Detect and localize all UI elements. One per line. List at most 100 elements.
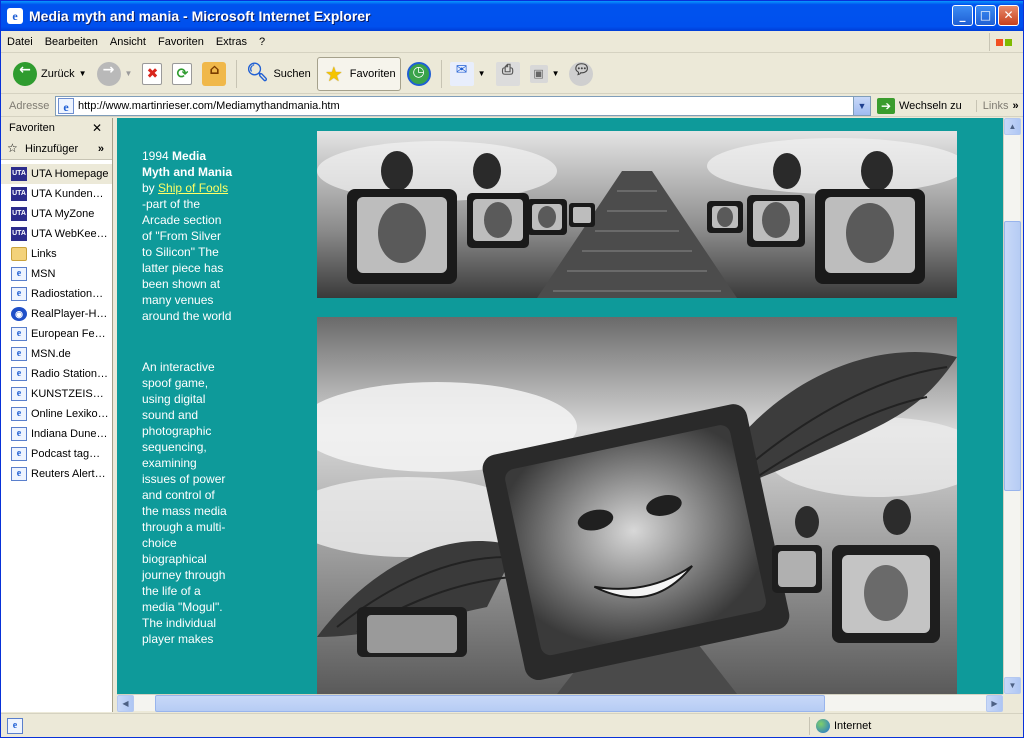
- page-icon: e: [58, 97, 74, 114]
- favorite-item[interactable]: e Indiana Dune…: [1, 424, 112, 444]
- security-zone: Internet: [809, 717, 871, 735]
- close-pane-icon[interactable]: ✕: [92, 121, 102, 135]
- scroll-up-icon[interactable]: ▲: [1004, 118, 1021, 135]
- favorite-item-label: Radiostation…: [31, 288, 104, 300]
- folder-icon: [11, 247, 27, 261]
- forward-arrow-icon: →: [96, 61, 121, 86]
- toolbar-separator: [236, 59, 238, 88]
- add-favorite-icon: ☆: [7, 140, 18, 155]
- back-button[interactable]: ← Zurück ▼: [9, 57, 91, 91]
- messenger-button[interactable]: 💬︎: [565, 57, 597, 91]
- mail-dropdown-icon[interactable]: ▼: [478, 69, 486, 78]
- back-label: Zurück: [41, 67, 75, 80]
- ie-page-icon: e: [11, 387, 27, 401]
- favorite-item[interactable]: e Radio Station…: [1, 364, 112, 384]
- scroll-down-icon[interactable]: ▼: [1004, 677, 1021, 694]
- favorite-item[interactable]: e Reuters Alert…: [1, 464, 112, 484]
- scroll-left-icon[interactable]: ◀: [117, 695, 134, 712]
- forward-button[interactable]: → ▼: [93, 57, 137, 91]
- mail-icon: ✉: [449, 61, 474, 86]
- favorite-item[interactable]: e MSN: [1, 264, 112, 284]
- intro-paragraph: 1994 Media Myth and Mania by Ship of Foo…: [142, 148, 234, 324]
- ie-page-icon: e: [11, 267, 27, 281]
- add-favorite-button[interactable]: ☆ Hinzufüger »: [1, 138, 112, 160]
- window-controls: _ □ ✕: [952, 5, 1019, 26]
- favorite-item[interactable]: UTA UTA Homepage: [1, 164, 112, 184]
- menu-bearbeiten[interactable]: Bearbeiten: [39, 36, 104, 48]
- menu-extras[interactable]: Extras: [210, 36, 253, 48]
- toolbar-separator: [440, 59, 442, 88]
- maximize-button[interactable]: □: [975, 5, 996, 26]
- print-button[interactable]: ⎙: [492, 57, 524, 91]
- title-bar: e Media myth and mania - Microsoft Inter…: [1, 1, 1023, 31]
- refresh-icon: ⟳: [172, 62, 193, 85]
- favorite-item-label: MSN.de: [31, 348, 71, 360]
- favorite-item[interactable]: e MSN.de: [1, 344, 112, 364]
- printer-icon: ⎙: [495, 61, 520, 86]
- favorite-item-label: UTA MyZone: [31, 208, 95, 220]
- favorite-item[interactable]: UTA UTA Kunden…: [1, 184, 112, 204]
- chevron-right-icon[interactable]: »: [1012, 100, 1018, 112]
- refresh-button[interactable]: ⟳: [168, 57, 196, 91]
- page-content: 1994 Media Myth and Mania by Ship of Foo…: [117, 118, 1003, 694]
- links-toolbar[interactable]: Links: [975, 99, 1008, 112]
- minimize-button[interactable]: _: [952, 5, 973, 26]
- favorite-item[interactable]: e Radiostation…: [1, 284, 112, 304]
- favorite-item-label: European Fe…: [31, 328, 106, 340]
- back-dropdown-icon[interactable]: ▼: [79, 69, 87, 78]
- ie-page-icon: e: [11, 287, 27, 301]
- favorite-item[interactable]: UTA UTA WebKee…: [1, 224, 112, 244]
- menu-favoriten[interactable]: Favoriten: [152, 36, 210, 48]
- uta-icon: UTA: [11, 227, 27, 241]
- close-button[interactable]: ✕: [998, 5, 1019, 26]
- stop-button[interactable]: ✖: [138, 57, 166, 91]
- scroll-right-icon[interactable]: ▶: [986, 695, 1003, 712]
- favorite-item[interactable]: e Podcast tag…: [1, 444, 112, 464]
- favorite-item[interactable]: ◉ RealPlayer-H…: [1, 304, 112, 324]
- forward-dropdown-icon[interactable]: ▼: [125, 69, 133, 78]
- address-label: Adresse: [9, 99, 50, 112]
- favorite-item-label: MSN: [31, 268, 56, 280]
- address-input[interactable]: e http://www.martinrieser.com/Mediamytha…: [55, 95, 871, 116]
- vertical-scrollbar[interactable]: ▲ ▼: [1003, 118, 1021, 694]
- ie-page-icon: e: [11, 407, 27, 421]
- favorite-item-label: UTA Homepage: [31, 168, 109, 180]
- address-url[interactable]: http://www.martinrieser.com/Mediamythand…: [78, 100, 340, 112]
- discuss-icon: 💬︎: [569, 61, 594, 86]
- description-paragraph: An interactive spoof game, using digital…: [142, 360, 227, 646]
- uta-icon: UTA: [11, 167, 27, 181]
- menu-datei[interactable]: Datei: [1, 36, 39, 48]
- vertical-scroll-thumb[interactable]: [1004, 221, 1021, 491]
- menu-help[interactable]: ?: [253, 36, 271, 48]
- history-button[interactable]: ◷: [403, 57, 435, 91]
- favorite-item[interactable]: e Online Lexiko…: [1, 404, 112, 424]
- uta-icon: UTA: [11, 207, 27, 221]
- star-icon: ★: [324, 61, 343, 86]
- favorite-item[interactable]: UTA UTA MyZone: [1, 204, 112, 224]
- favorite-item[interactable]: e KUNSTZEISC…: [1, 384, 112, 404]
- chevron-right-icon[interactable]: »: [98, 143, 104, 155]
- ie-logo-icon: e: [7, 8, 23, 24]
- favorite-item-label: Links: [31, 248, 57, 260]
- edit-dropdown-icon[interactable]: ▼: [552, 69, 560, 78]
- favorites-label: Favoriten: [349, 67, 396, 80]
- standard-toolbar: ← Zurück ▼ → ▼ ✖ ⟳ ⌂ 🔍︎ Suchen ★ Favorit…: [1, 54, 1023, 94]
- favorites-button[interactable]: ★ Favoriten: [316, 56, 401, 91]
- horizontal-scrollbar[interactable]: ◀ ▶: [117, 694, 1003, 712]
- ship-of-fools-link[interactable]: Ship of Fools: [158, 181, 228, 195]
- mail-button[interactable]: ✉ ▼: [446, 57, 490, 91]
- by-text: by: [142, 181, 155, 195]
- edit-button[interactable]: ▣ ▼: [526, 57, 564, 91]
- home-button[interactable]: ⌂: [198, 57, 230, 91]
- go-button[interactable]: ➔ Wechseln zu: [877, 97, 962, 114]
- ie-page-icon: e: [11, 327, 27, 341]
- ie-page-icon: e: [11, 427, 27, 441]
- menu-ansicht[interactable]: Ansicht: [104, 36, 152, 48]
- address-dropdown-icon[interactable]: ▼: [853, 96, 870, 115]
- favorite-item-label: Podcast tag…: [31, 448, 101, 460]
- favorite-item[interactable]: e European Fe…: [1, 324, 112, 344]
- horizontal-scroll-thumb[interactable]: [155, 695, 825, 712]
- winged-tv-face-image: [317, 317, 957, 694]
- search-button[interactable]: 🔍︎ Suchen: [241, 57, 314, 91]
- favorite-item[interactable]: Links: [1, 244, 112, 264]
